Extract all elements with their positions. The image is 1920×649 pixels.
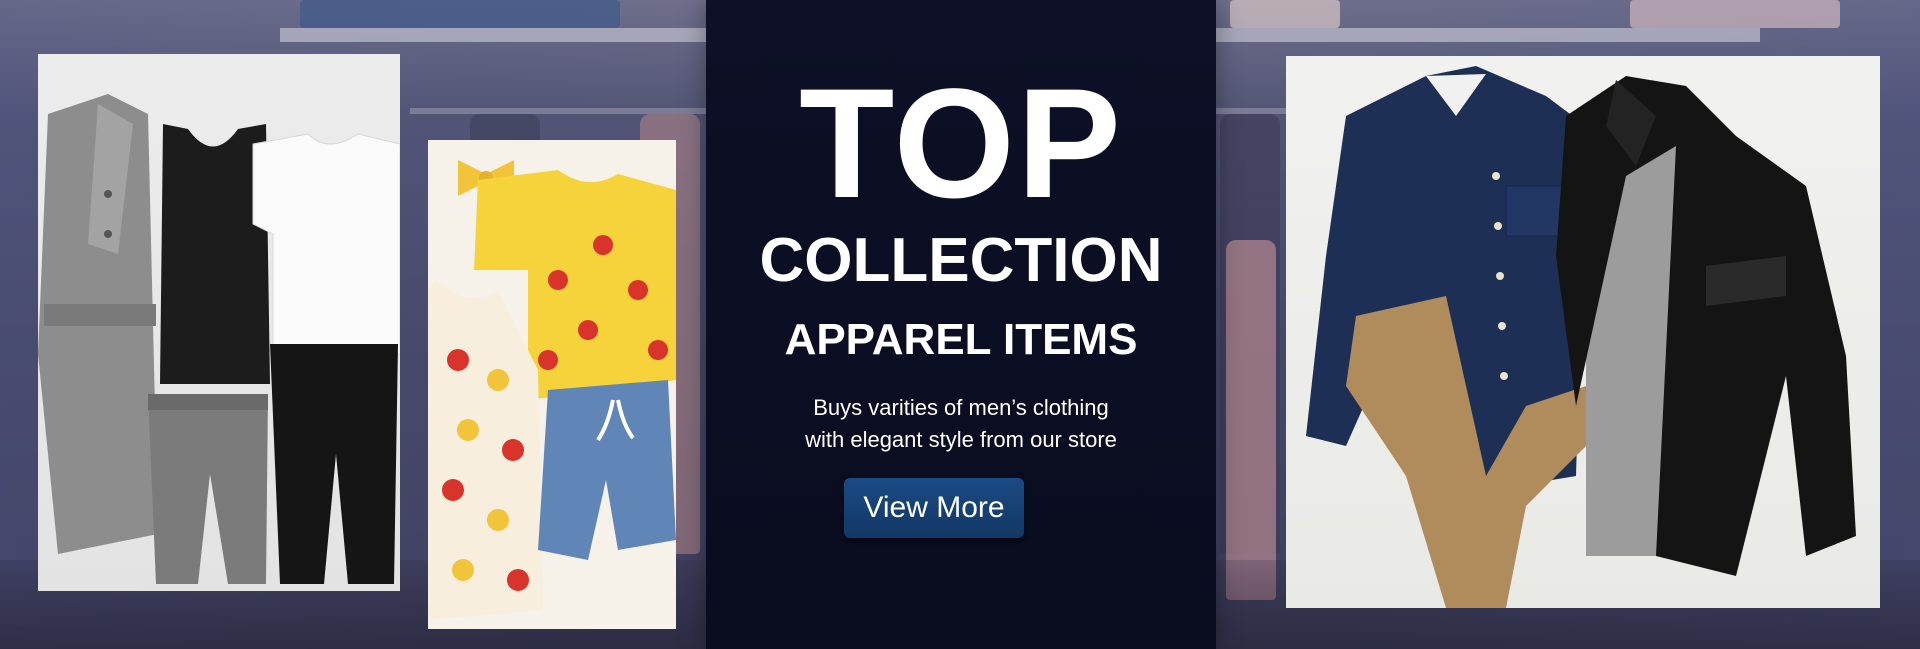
headline-top: TOP bbox=[799, 57, 1123, 231]
headline-collection: COLLECTION bbox=[759, 226, 1163, 295]
tagline-line-1: Buys varities of men’s clothing bbox=[813, 395, 1109, 420]
headline-apparel-items: APPAREL ITEMS bbox=[784, 315, 1138, 364]
womens-outfit-photo bbox=[38, 54, 400, 591]
background-folded-clothes bbox=[300, 0, 620, 28]
promo-panel: TOP COLLECTION APPAREL ITEMS Buys variti… bbox=[706, 0, 1216, 649]
womens-outfit-illustration bbox=[38, 94, 400, 584]
mens-outfit-photo bbox=[1286, 56, 1880, 608]
mens-outfit-illustration bbox=[1306, 66, 1856, 608]
tagline: Buys varities of men’s clothing with ele… bbox=[706, 392, 1216, 456]
hero-banner: TOP COLLECTION APPAREL ITEMS Buys variti… bbox=[0, 0, 1920, 649]
kids-outfit-illustration bbox=[428, 160, 676, 620]
kids-outfit-photo bbox=[428, 140, 676, 629]
tagline-line-2: with elegant style from our store bbox=[805, 427, 1117, 452]
background-folded-clothes bbox=[1630, 0, 1840, 28]
view-more-button[interactable]: View More bbox=[844, 478, 1024, 538]
background-folded-clothes bbox=[1230, 0, 1340, 28]
background-hanging-garment bbox=[1226, 240, 1276, 600]
